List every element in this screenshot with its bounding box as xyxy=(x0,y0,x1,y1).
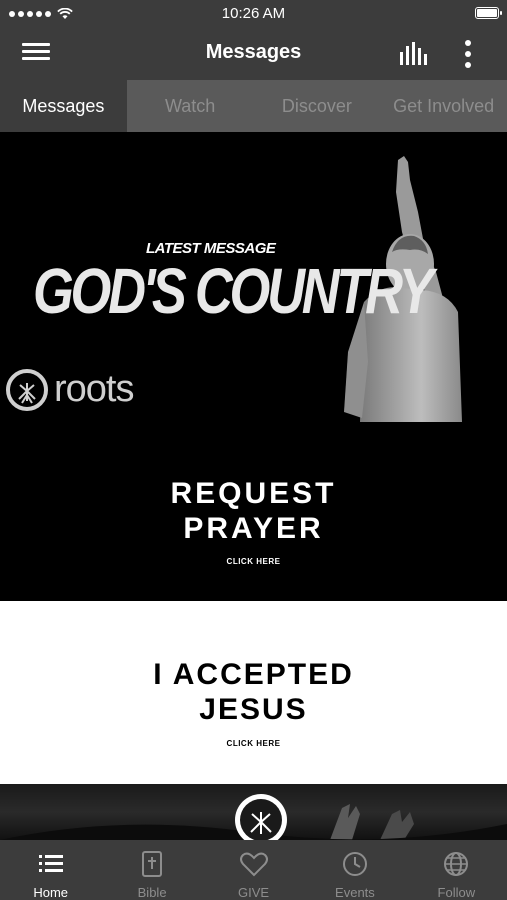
tab-get-involved[interactable]: Get Involved xyxy=(380,80,507,132)
hamburger-menu-icon[interactable] xyxy=(22,40,56,68)
audio-bars-icon[interactable] xyxy=(398,42,432,66)
brand-name: roots xyxy=(54,368,134,410)
request-prayer-cta[interactable]: CLICK HERE xyxy=(0,557,507,566)
tab-watch[interactable]: Watch xyxy=(127,80,254,132)
accepted-jesus-line2: JESUS xyxy=(199,693,308,726)
signal-strength-icon xyxy=(9,11,51,17)
tabbar-give[interactable]: GIVE xyxy=(203,840,304,900)
status-time: 10:26 AM xyxy=(221,5,286,22)
bottom-tab-bar: Home Bible GIVE Events Follow xyxy=(0,840,507,900)
tab-messages[interactable]: Messages xyxy=(0,80,127,132)
brand-logo: roots xyxy=(6,368,134,411)
request-prayer-line1: REQUEST xyxy=(170,477,337,510)
status-bar: 10:26 AM xyxy=(0,0,507,28)
tabbar-follow-label: Follow xyxy=(437,885,476,900)
worship-banner[interactable] xyxy=(0,784,507,840)
nav-bar: Messages xyxy=(0,28,507,80)
heart-icon xyxy=(239,852,268,877)
church-logo-icon xyxy=(235,794,287,840)
request-prayer-line2: PRAYER xyxy=(183,512,324,545)
tabbar-follow[interactable]: Follow xyxy=(406,840,507,900)
tabbar-events[interactable]: Events xyxy=(304,840,405,900)
request-prayer-card[interactable]: REQUEST PRAYER CLICK HERE xyxy=(0,422,507,601)
tabbar-home-label: Home xyxy=(33,885,69,900)
clock-icon xyxy=(342,852,367,876)
tabbar-home[interactable]: Home xyxy=(0,840,101,900)
tabbar-events-label: Events xyxy=(335,885,375,900)
accepted-jesus-card[interactable]: I ACCEPTED JESUS CLICK HERE xyxy=(0,601,507,784)
bible-icon xyxy=(142,851,163,877)
latest-message-banner[interactable]: LATEST MESSAGE GOD'S COUNTRY roots xyxy=(0,132,507,422)
accepted-jesus-cta[interactable]: CLICK HERE xyxy=(0,739,507,748)
tabbar-bible[interactable]: Bible xyxy=(101,840,202,900)
roots-logo-icon xyxy=(6,368,48,411)
request-prayer-title: REQUEST PRAYER xyxy=(0,476,507,546)
accepted-jesus-line1: I ACCEPTED xyxy=(153,658,354,691)
hero-title: GOD'S COUNTRY xyxy=(33,255,434,327)
section-tabs: Messages Watch Discover Get Involved xyxy=(0,80,507,132)
wifi-icon xyxy=(57,8,73,19)
accepted-jesus-title: I ACCEPTED JESUS xyxy=(0,657,507,727)
more-options-icon[interactable] xyxy=(456,38,480,70)
globe-icon xyxy=(444,852,469,876)
tabbar-bible-label: Bible xyxy=(137,885,167,900)
tab-discover[interactable]: Discover xyxy=(254,80,381,132)
list-icon xyxy=(38,855,63,872)
battery-icon xyxy=(475,7,502,19)
tabbar-give-label: GIVE xyxy=(237,885,270,900)
